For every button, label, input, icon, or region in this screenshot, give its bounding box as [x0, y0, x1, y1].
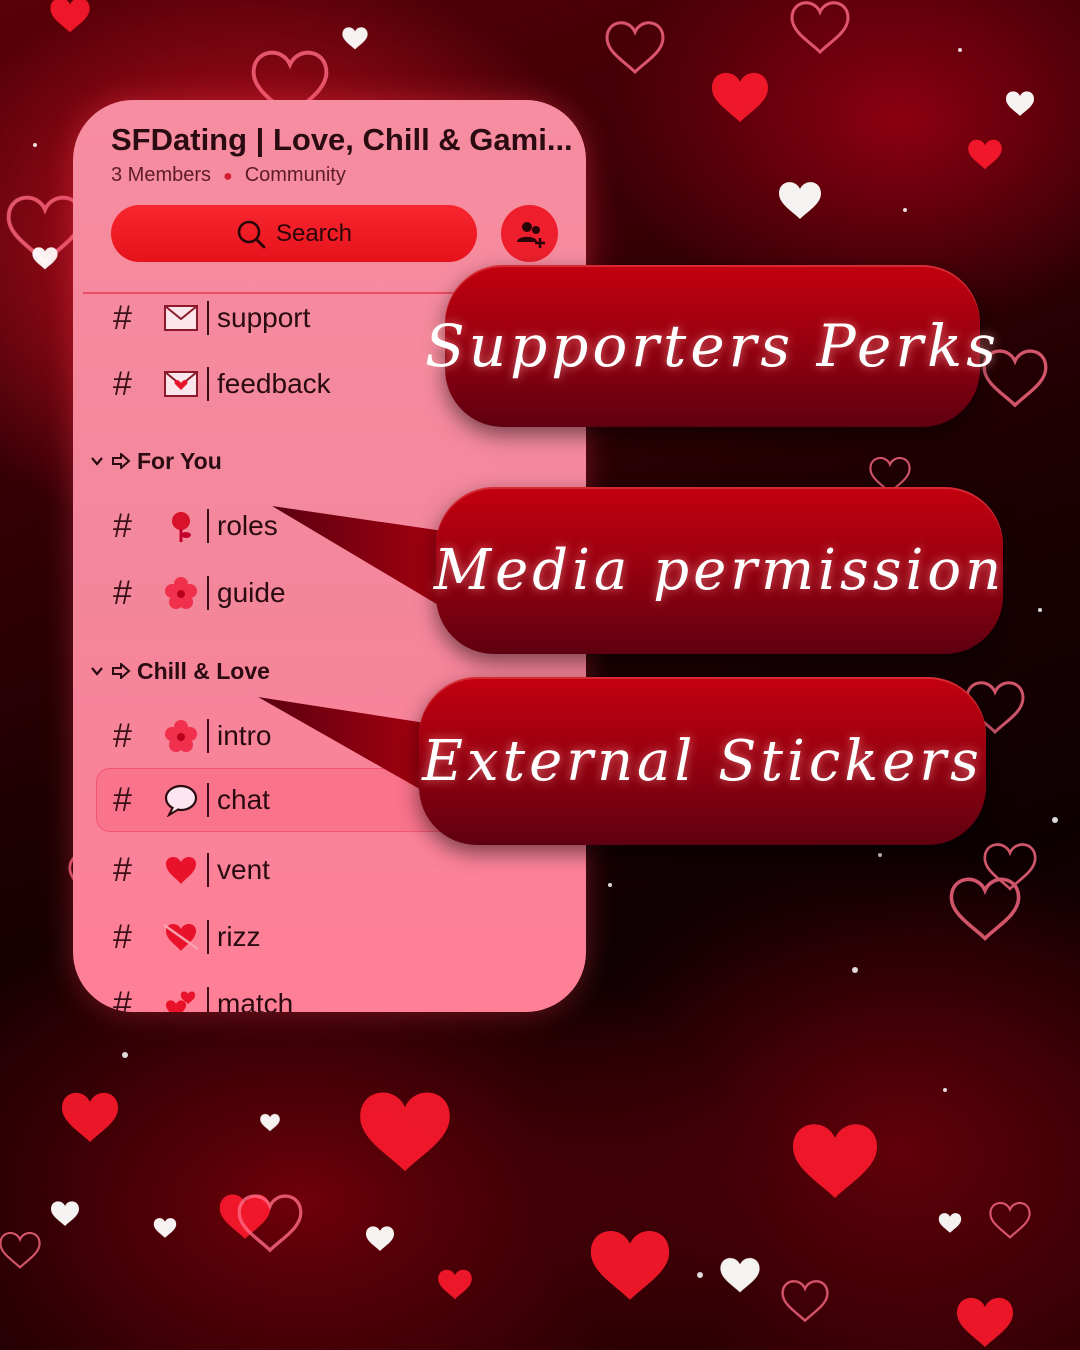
channel-label: roles — [217, 510, 278, 541]
hash-icon: # — [113, 850, 132, 889]
callout-external-stickers: External Stickers — [419, 677, 986, 845]
separator-bar — [207, 920, 209, 954]
rose-icon — [161, 506, 201, 546]
callout-media-permission: Media permission — [433, 487, 1006, 654]
hash-icon: # — [113, 716, 132, 755]
separator-bar — [207, 367, 209, 401]
hash-icon: # — [113, 984, 132, 1013]
chevron-down-icon — [89, 658, 105, 685]
separator-bar — [207, 853, 209, 887]
callout-label: Media permission — [433, 538, 1006, 603]
channel-label: intro — [217, 720, 272, 751]
hash-icon: # — [113, 364, 132, 403]
hash-icon: # — [113, 298, 132, 337]
separator-bar — [207, 987, 209, 1012]
category-chill-love[interactable]: Chill & Love — [89, 658, 270, 685]
love-letter-icon — [161, 364, 201, 404]
arrow-icon — [111, 448, 131, 475]
channel-rizz[interactable]: # rizz — [97, 905, 537, 969]
channel-label: chat — [217, 784, 270, 815]
separator-bar — [207, 719, 209, 753]
flower-icon — [161, 716, 201, 756]
channel-label: support — [217, 302, 311, 333]
separator-bar — [207, 783, 209, 817]
speech-bubble-icon — [161, 780, 201, 820]
hash-icon: # — [113, 573, 132, 612]
channel-label: match — [217, 988, 294, 1012]
hash-icon: # — [113, 917, 132, 956]
channel-label: rizz — [217, 921, 261, 952]
channel-label: feedback — [217, 368, 331, 399]
channel-label: guide — [217, 577, 286, 608]
heart-arrow-icon — [161, 917, 201, 957]
heart-icon — [161, 850, 201, 890]
category-for-you[interactable]: For You — [89, 448, 222, 475]
flower-icon — [161, 573, 201, 613]
channel-label: vent — [217, 854, 270, 885]
separator-bar — [207, 509, 209, 543]
category-label: Chill & Love — [137, 658, 270, 684]
chevron-down-icon — [89, 448, 105, 475]
separator-bar — [207, 576, 209, 610]
callout-label: Supporters Perks — [425, 312, 1000, 380]
envelope-icon — [161, 298, 201, 338]
separator-bar — [207, 301, 209, 335]
category-label: For You — [137, 448, 222, 474]
channel-vent[interactable]: # vent — [97, 838, 537, 902]
two-hearts-icon — [161, 984, 201, 1012]
callout-supporters-perks: Supporters Perks — [425, 265, 996, 427]
channel-match[interactable]: # match — [97, 972, 537, 1012]
callout-label: External Stickers — [422, 728, 983, 794]
hash-icon: # — [113, 780, 132, 819]
hash-icon: # — [113, 506, 132, 545]
arrow-icon — [111, 658, 131, 685]
